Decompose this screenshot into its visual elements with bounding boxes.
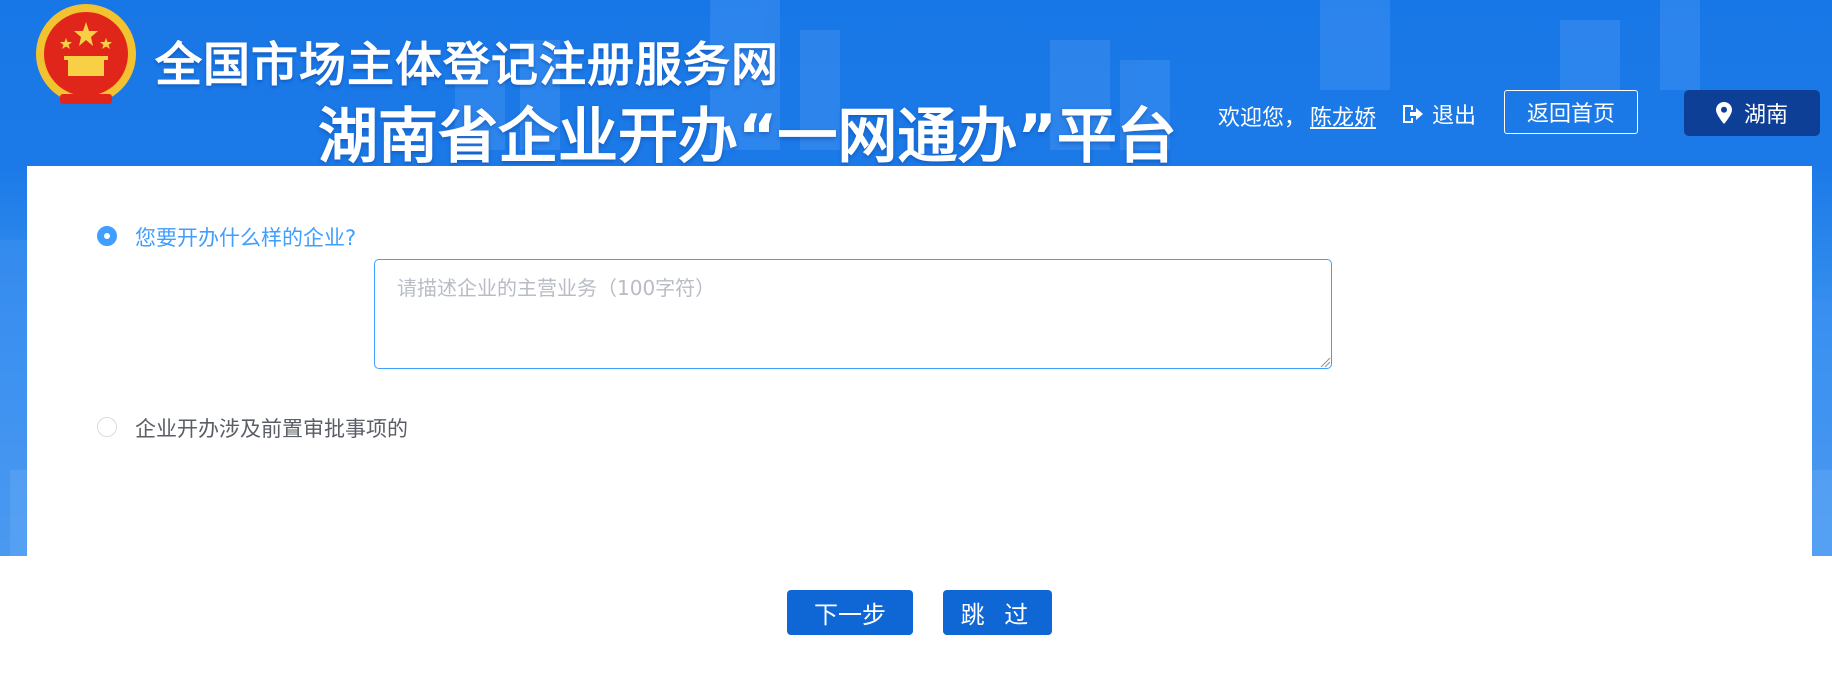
region-selector-button[interactable]: 湖南 [1684,90,1820,136]
region-label: 湖南 [1743,103,1788,128]
next-step-button[interactable]: 下一步 [787,590,913,635]
business-type-label[interactable]: 您要开办什么样的企业? [135,222,356,252]
logout-label: 退出 [1432,104,1477,129]
pre-approval-label[interactable]: 企业开办涉及前置审批事项的 [135,413,408,443]
welcome-text: 欢迎您， [1218,106,1307,131]
business-type-radio[interactable] [97,226,117,246]
platform-title: 湖南省企业开办“一网通办”平台 [318,102,1177,172]
logout-button[interactable]: 退出 [1400,98,1476,130]
site-title: 全国市场主体登记注册服务网 [155,38,779,93]
skip-button[interactable]: 跳 过 [943,590,1052,635]
return-home-button[interactable]: 返回首页 [1504,90,1638,134]
username-link[interactable]: 陈龙娇 [1310,100,1376,132]
business-description-input[interactable] [374,259,1332,369]
resize-handle-icon[interactable] [1319,356,1331,368]
location-pin-icon [1715,102,1732,124]
logout-icon [1403,105,1423,123]
national-emblem-icon [36,4,136,104]
form-card: 您要开办什么样的企业? 企业开办涉及前置审批事项的 [27,166,1812,556]
pre-approval-radio[interactable] [97,417,117,437]
